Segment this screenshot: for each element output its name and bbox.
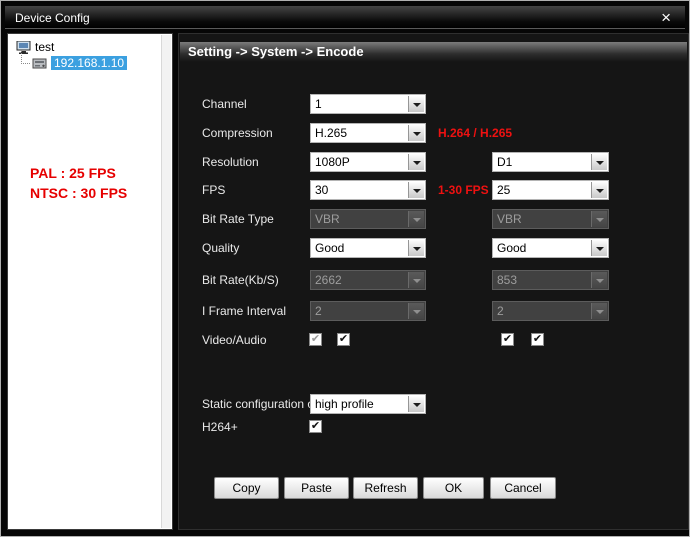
device-config-window: Device Config × test 192.168.1.10 PAL: … bbox=[0, 0, 690, 537]
close-icon[interactable]: × bbox=[661, 7, 671, 28]
check-icon: ✔ bbox=[502, 333, 513, 345]
static-config-label: Static configuration of bbox=[202, 397, 318, 411]
sub-i-frame-interval-select: 2 bbox=[492, 301, 609, 321]
bit-rate-type-value: VBR bbox=[315, 212, 340, 226]
sub-bit-rate-type-select: VBR bbox=[492, 209, 609, 229]
chevron-down-icon bbox=[408, 303, 424, 319]
sub-bit-rate-type-value: VBR bbox=[497, 212, 522, 226]
bit-rate-label: Bit Rate(Kb/S) bbox=[202, 273, 279, 287]
ok-button[interactable]: OK bbox=[423, 477, 484, 499]
chevron-down-icon[interactable] bbox=[591, 154, 607, 170]
tree-scrollbar[interactable] bbox=[161, 35, 171, 528]
sub-resolution-select[interactable]: D1 bbox=[492, 152, 609, 172]
chevron-down-icon bbox=[591, 272, 607, 288]
copy-button[interactable]: Copy bbox=[214, 477, 279, 499]
chevron-down-icon bbox=[591, 211, 607, 227]
pal-fps-note: PAL : 25 FPS bbox=[30, 165, 116, 181]
chevron-down-icon[interactable] bbox=[408, 182, 424, 198]
resolution-select[interactable]: 1080P bbox=[310, 152, 426, 172]
chevron-down-icon[interactable] bbox=[408, 96, 424, 112]
sub-video-checkbox[interactable]: ✔ bbox=[501, 333, 514, 346]
chevron-down-icon[interactable] bbox=[591, 182, 607, 198]
sub-bit-rate-value: 853 bbox=[497, 273, 518, 287]
chevron-down-icon bbox=[408, 272, 424, 288]
sub-bit-rate-select: 853 bbox=[492, 270, 609, 290]
chevron-down-icon[interactable] bbox=[408, 125, 424, 141]
chevron-down-icon[interactable] bbox=[591, 240, 607, 256]
i-frame-interval-value: 2 bbox=[315, 304, 322, 318]
check-icon: ✔ bbox=[310, 420, 321, 432]
chevron-down-icon[interactable] bbox=[408, 154, 424, 170]
titlebar[interactable]: Device Config × bbox=[5, 6, 685, 29]
tree-root-label: test bbox=[35, 40, 55, 54]
sub-fps-value: 25 bbox=[497, 183, 511, 197]
fps-value: 30 bbox=[315, 183, 329, 197]
compression-select[interactable]: H.265 bbox=[310, 123, 426, 143]
device-icon bbox=[32, 57, 48, 70]
chevron-down-icon[interactable] bbox=[408, 396, 424, 412]
quality-select[interactable]: Good bbox=[310, 238, 426, 258]
h264plus-checkbox[interactable]: ✔ bbox=[309, 420, 322, 433]
sub-resolution-value: D1 bbox=[497, 155, 513, 169]
quality-label: Quality bbox=[202, 241, 240, 255]
main-audio-checkbox[interactable]: ✔ bbox=[337, 333, 350, 346]
tree-node-device[interactable]: 192.168.1.10 bbox=[32, 55, 128, 71]
tree-device-label: 192.168.1.10 bbox=[51, 56, 128, 70]
bit-rate-select: 2662 bbox=[310, 270, 426, 290]
cancel-button[interactable]: Cancel bbox=[490, 477, 556, 499]
ntsc-fps-note: NTSC : 30 FPS bbox=[30, 185, 128, 201]
chevron-down-icon bbox=[408, 211, 424, 227]
sub-quality-value: Good bbox=[497, 241, 527, 255]
compression-note: H.264 / H.265 bbox=[438, 126, 513, 140]
device-tree-panel: test 192.168.1.10 PAL : 25 FPS NTSC : 30… bbox=[7, 33, 173, 530]
check-icon: ✔ bbox=[532, 333, 543, 345]
window-title: Device Config bbox=[15, 11, 90, 25]
h264plus-label: H264+ bbox=[202, 420, 238, 434]
chevron-down-icon[interactable] bbox=[408, 240, 424, 256]
chevron-down-icon bbox=[591, 303, 607, 319]
refresh-button[interactable]: Refresh bbox=[353, 477, 418, 499]
i-frame-interval-label: I Frame Interval bbox=[202, 304, 287, 318]
resolution-label: Resolution bbox=[202, 155, 259, 169]
resolution-value: 1080P bbox=[315, 155, 350, 169]
bit-rate-value: 2662 bbox=[315, 273, 342, 287]
static-config-value: high profile bbox=[315, 397, 374, 411]
fps-label: FPS bbox=[202, 183, 226, 197]
channel-select[interactable]: 1 bbox=[310, 94, 426, 114]
sub-i-frame-interval-value: 2 bbox=[497, 304, 504, 318]
breadcrumb: Setting -> System -> Encode bbox=[180, 42, 687, 62]
fps-note: 1-30 FPS bbox=[438, 183, 489, 197]
main-video-checkbox[interactable]: ✔ bbox=[309, 333, 322, 346]
video-audio-label: Video/Audio bbox=[202, 333, 267, 347]
sub-audio-checkbox[interactable]: ✔ bbox=[531, 333, 544, 346]
compression-label: Compression bbox=[202, 126, 273, 140]
check-icon: ✔ bbox=[338, 333, 349, 345]
fps-select[interactable]: 30 bbox=[310, 180, 426, 200]
sub-quality-select[interactable]: Good bbox=[492, 238, 609, 258]
compression-value: H.265 bbox=[315, 126, 348, 140]
bit-rate-type-select: VBR bbox=[310, 209, 426, 229]
encode-settings-panel: Setting -> System -> Encode Channel 1 Co… bbox=[178, 33, 689, 530]
check-icon: ✔ bbox=[310, 333, 321, 345]
channel-label: Channel bbox=[202, 97, 247, 111]
bit-rate-type-label: Bit Rate Type bbox=[202, 212, 274, 226]
paste-button[interactable]: Paste bbox=[284, 477, 349, 499]
quality-value: Good bbox=[315, 241, 345, 255]
static-config-select[interactable]: high profile bbox=[310, 394, 426, 414]
tree-connector bbox=[21, 50, 30, 64]
sub-fps-select[interactable]: 25 bbox=[492, 180, 609, 200]
channel-value: 1 bbox=[315, 97, 322, 111]
i-frame-interval-select: 2 bbox=[310, 301, 426, 321]
